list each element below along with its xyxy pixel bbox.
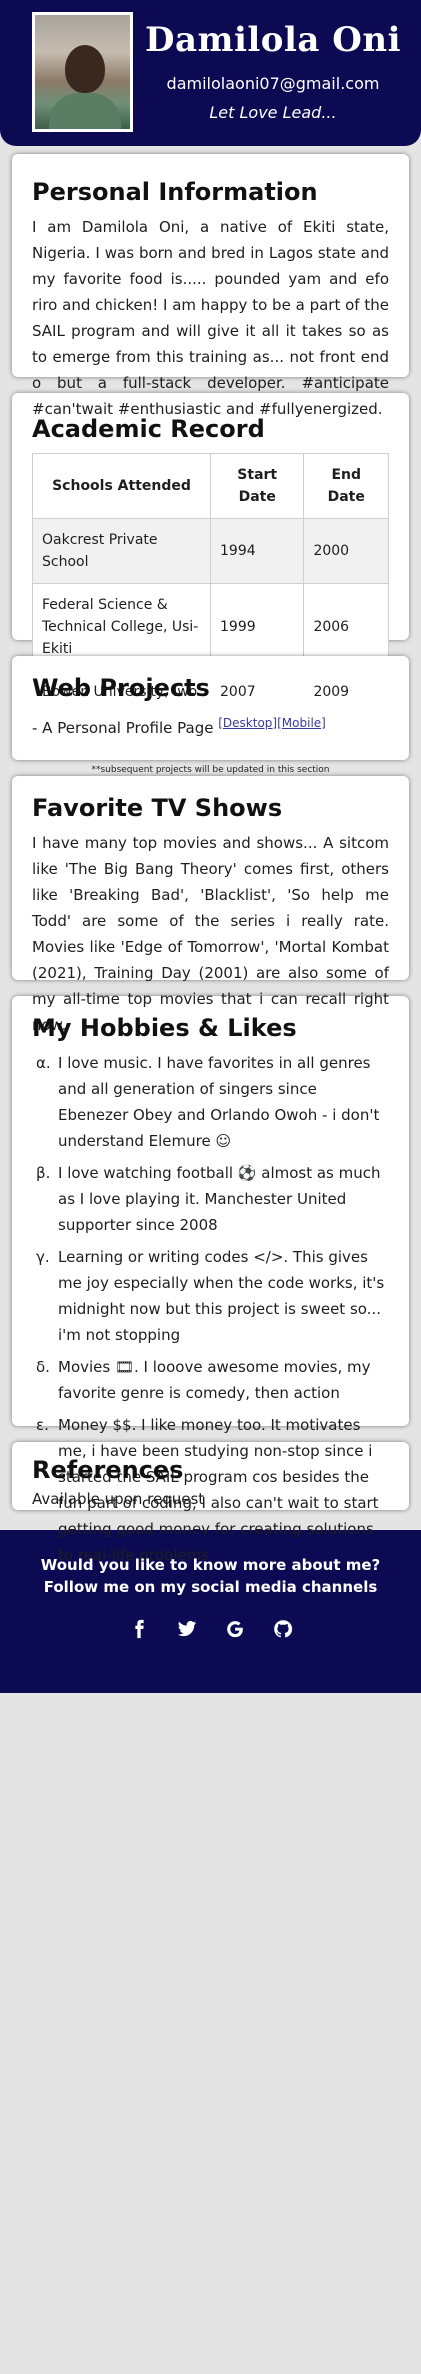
hobby-text: I love music. I have favorites in all ge… <box>58 1054 380 1150</box>
section-title: Favorite TV Shows <box>32 794 283 822</box>
list-marker: β. <box>36 1164 51 1182</box>
social-links <box>20 1618 401 1640</box>
academic-record-card: Academic Record Schools Attended Start D… <box>12 393 409 714</box>
profile-photo <box>32 12 133 132</box>
github-icon[interactable] <box>272 1618 294 1640</box>
section-title: Personal Information <box>32 178 318 206</box>
list-marker: α. <box>36 1054 51 1072</box>
list-item: α. I love music. I have favorites in all … <box>32 1050 389 1154</box>
profile-name: Damilola Oni <box>144 20 402 60</box>
hobbies-card: My Hobbies & Likes α. I love music. I hav… <box>12 996 409 1564</box>
footer-text: Would you like to know more about me? Fo… <box>40 1556 381 1596</box>
hobby-text: I love watching football ⚽ almost as muc… <box>58 1164 381 1234</box>
profile-email: damilolaoni07@gmail.com <box>166 74 380 93</box>
list-marker: γ. <box>36 1248 50 1266</box>
list-item: δ. Movies 🎞. I looove awesome movies, my … <box>32 1354 389 1406</box>
tv-shows-text: I have many top movies and shows... A si… <box>32 834 389 1034</box>
desktop-link[interactable]: [Desktop] <box>218 716 277 730</box>
footer: Would you like to know more about me? Fo… <box>0 1530 421 1693</box>
personal-info-text: I am Damilola Oni, a native of Ekiti sta… <box>32 218 389 418</box>
hobby-text: Learning or writing codes </>. This give… <box>58 1248 385 1344</box>
table-header: Start Date <box>209 453 305 519</box>
hobby-text: Movies 🎞. I looove awesome movies, my fa… <box>58 1358 371 1402</box>
header-text: Damilola Oni damilolaoni07@gmail.com Let… <box>133 12 407 122</box>
school-cell: Oakcrest Private School <box>32 518 211 584</box>
facebook-icon[interactable] <box>128 1618 150 1640</box>
profile-header: Damilola Oni damilolaoni07@gmail.com Let… <box>0 0 421 146</box>
project-item: - A Personal Profile Page [Desktop][Mobi… <box>32 710 389 741</box>
list-item: β. I love watching football ⚽ almost as m… <box>32 1160 389 1238</box>
list-item: γ. Learning or writing codes </>. This gi… <box>32 1244 389 1348</box>
google-icon[interactable] <box>224 1618 246 1640</box>
web-projects-card: Web Projects - A Personal Profile Page [… <box>12 656 409 775</box>
section-title: My Hobbies & Likes <box>32 1014 297 1042</box>
mobile-link[interactable]: [Mobile] <box>277 716 326 730</box>
end-cell: 2000 <box>303 518 389 584</box>
profile-motto: Let Love Lead... <box>209 103 337 122</box>
start-cell: 1994 <box>209 518 305 584</box>
list-marker: δ. <box>36 1358 50 1376</box>
personal-info-card: Personal Information I am Damilola Oni, … <box>12 154 409 418</box>
table-header: Schools Attended <box>32 453 211 519</box>
twitter-icon[interactable] <box>176 1618 198 1640</box>
projects-note: **subsequent projects will be updated in… <box>91 765 330 775</box>
project-label: - A Personal Profile Page <box>32 719 214 737</box>
table-header: End Date <box>303 453 389 519</box>
table-row: Oakcrest Private School 1994 2000 <box>32 518 389 584</box>
tv-shows-card: Favorite TV Shows I have many top movies… <box>12 776 409 1034</box>
